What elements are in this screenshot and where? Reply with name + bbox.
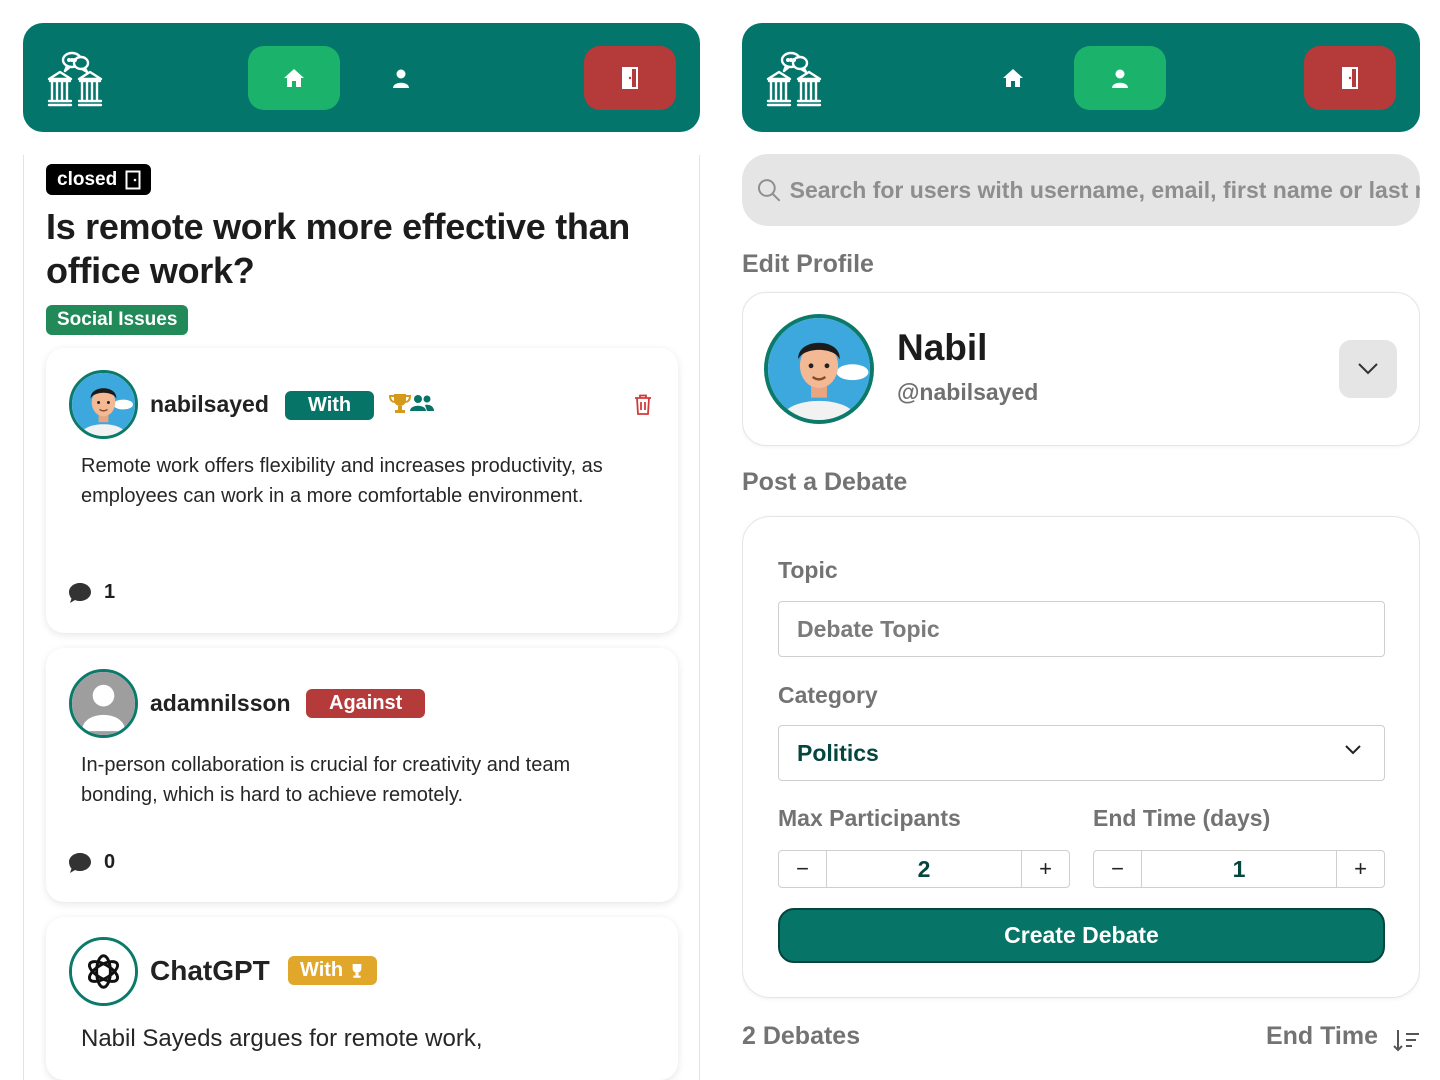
argument-username[interactable]: nabilsayed xyxy=(150,391,269,418)
decrement-button[interactable]: − xyxy=(779,851,827,887)
profile-name: Nabil xyxy=(897,327,988,368)
debate-detail: closed Is remote work more effective tha… xyxy=(23,155,700,1080)
argument-username[interactable]: ChatGPT xyxy=(150,955,270,987)
increment-button[interactable]: + xyxy=(1021,851,1069,887)
group-icon xyxy=(410,395,434,411)
avatar[interactable] xyxy=(69,669,138,738)
argument-text: Remote work offers flexibility and incre… xyxy=(81,455,603,507)
sort-descending-icon[interactable] xyxy=(1392,1028,1420,1052)
expand-profile-button[interactable] xyxy=(1339,340,1397,398)
door-exit-icon xyxy=(622,67,638,89)
end-time-stepper[interactable]: − 1 + xyxy=(1093,850,1385,888)
top-navbar xyxy=(742,23,1420,132)
chevron-down-icon xyxy=(1345,745,1361,755)
comments-button[interactable]: 1 xyxy=(68,581,115,604)
stance-badge: With xyxy=(285,391,375,420)
default-user-avatar-icon xyxy=(72,672,135,735)
max-participants-stepper[interactable]: − 2 + xyxy=(778,850,1070,888)
nav-home-button[interactable] xyxy=(967,46,1059,110)
category-label: Category xyxy=(778,682,878,708)
cartoon-avatar-icon xyxy=(72,373,135,436)
debate-view-panel: closed Is remote work more effective tha… xyxy=(23,0,700,1080)
nav-logout-button[interactable] xyxy=(1304,46,1396,110)
increment-button[interactable]: + xyxy=(1336,851,1384,887)
courthouse-debate-icon[interactable] xyxy=(47,51,105,107)
delete-icon[interactable] xyxy=(634,394,652,415)
door-exit-icon xyxy=(1342,67,1358,89)
category-badge[interactable]: Social Issues xyxy=(46,305,189,335)
courthouse-debate-icon[interactable] xyxy=(766,51,824,107)
debate-title: Is remote work more effective than offic… xyxy=(46,206,630,291)
stance-badge: With xyxy=(288,956,378,985)
profile-handle: @nabilsayed xyxy=(897,379,1039,405)
category-select[interactable]: Politics xyxy=(778,725,1385,781)
openai-logo-icon xyxy=(72,940,135,1003)
sort-label[interactable]: End Time xyxy=(1266,1022,1378,1051)
post-debate-form: Topic Category Politics Max Participants… xyxy=(742,516,1420,998)
comment-count: 0 xyxy=(104,851,116,873)
argument-card: adamnilsson Against In-person collaborat… xyxy=(46,648,678,902)
post-debate-heading: Post a Debate xyxy=(742,468,908,496)
avatar[interactable] xyxy=(69,370,138,439)
chevron-down-icon xyxy=(1358,363,1378,375)
profile-card: Nabil @nabilsayed xyxy=(742,292,1420,446)
max-participants-value[interactable]: 2 xyxy=(827,851,1021,887)
topic-input[interactable] xyxy=(778,601,1385,657)
user-icon xyxy=(393,69,409,88)
edit-profile-heading: Edit Profile xyxy=(742,250,874,278)
end-time-value[interactable]: 1 xyxy=(1142,851,1336,887)
comment-icon xyxy=(69,582,91,603)
argument-card: nabilsayed With Remote work offers flexi… xyxy=(46,348,678,633)
trophy-icon xyxy=(352,963,362,978)
comment-icon xyxy=(69,852,91,873)
search-icon xyxy=(757,179,781,202)
avatar[interactable] xyxy=(764,314,874,424)
argument-username[interactable]: adamnilsson xyxy=(150,690,291,717)
nav-profile-button[interactable] xyxy=(1074,46,1166,110)
user-icon xyxy=(1112,69,1128,88)
search-input[interactable] xyxy=(789,176,1420,204)
category-value: Politics xyxy=(797,739,879,766)
max-participants-label: Max Participants xyxy=(778,805,961,831)
user-search-bar[interactable] xyxy=(742,154,1420,226)
top-navbar xyxy=(23,23,700,132)
argument-card: ChatGPT With Nabil Sayeds argues for rem… xyxy=(46,917,678,1080)
create-debate-button[interactable]: Create Debate xyxy=(778,908,1385,963)
decrement-button[interactable]: − xyxy=(1094,851,1142,887)
cartoon-avatar-icon xyxy=(768,318,870,420)
argument-text: In-person collaboration is crucial for c… xyxy=(81,754,571,806)
nav-home-button[interactable] xyxy=(248,46,340,110)
status-badge: closed xyxy=(46,164,152,195)
status-label: closed xyxy=(57,168,118,190)
argument-text: Nabil Sayeds argues for remote work, xyxy=(81,1025,483,1052)
avatar[interactable] xyxy=(69,937,138,1006)
debates-list-header: 2 Debates End Time xyxy=(742,1020,1420,1060)
nav-logout-button[interactable] xyxy=(584,46,676,110)
door-closed-icon xyxy=(125,170,141,189)
stance-label: With xyxy=(300,959,344,981)
end-time-label: End Time (days) xyxy=(1093,805,1271,831)
home-icon xyxy=(284,69,304,87)
comment-count: 1 xyxy=(104,581,116,603)
trophy-icon xyxy=(389,394,411,413)
home-icon xyxy=(1003,69,1023,87)
profile-panel: Edit Profile Nabil @nabilsayed Post a De… xyxy=(742,0,1420,1080)
comments-button[interactable]: 0 xyxy=(68,851,115,874)
stance-badge: Against xyxy=(306,689,426,718)
debates-count: 2 Debates xyxy=(742,1022,861,1050)
topic-label: Topic xyxy=(778,557,838,583)
nav-profile-button[interactable] xyxy=(355,46,447,110)
